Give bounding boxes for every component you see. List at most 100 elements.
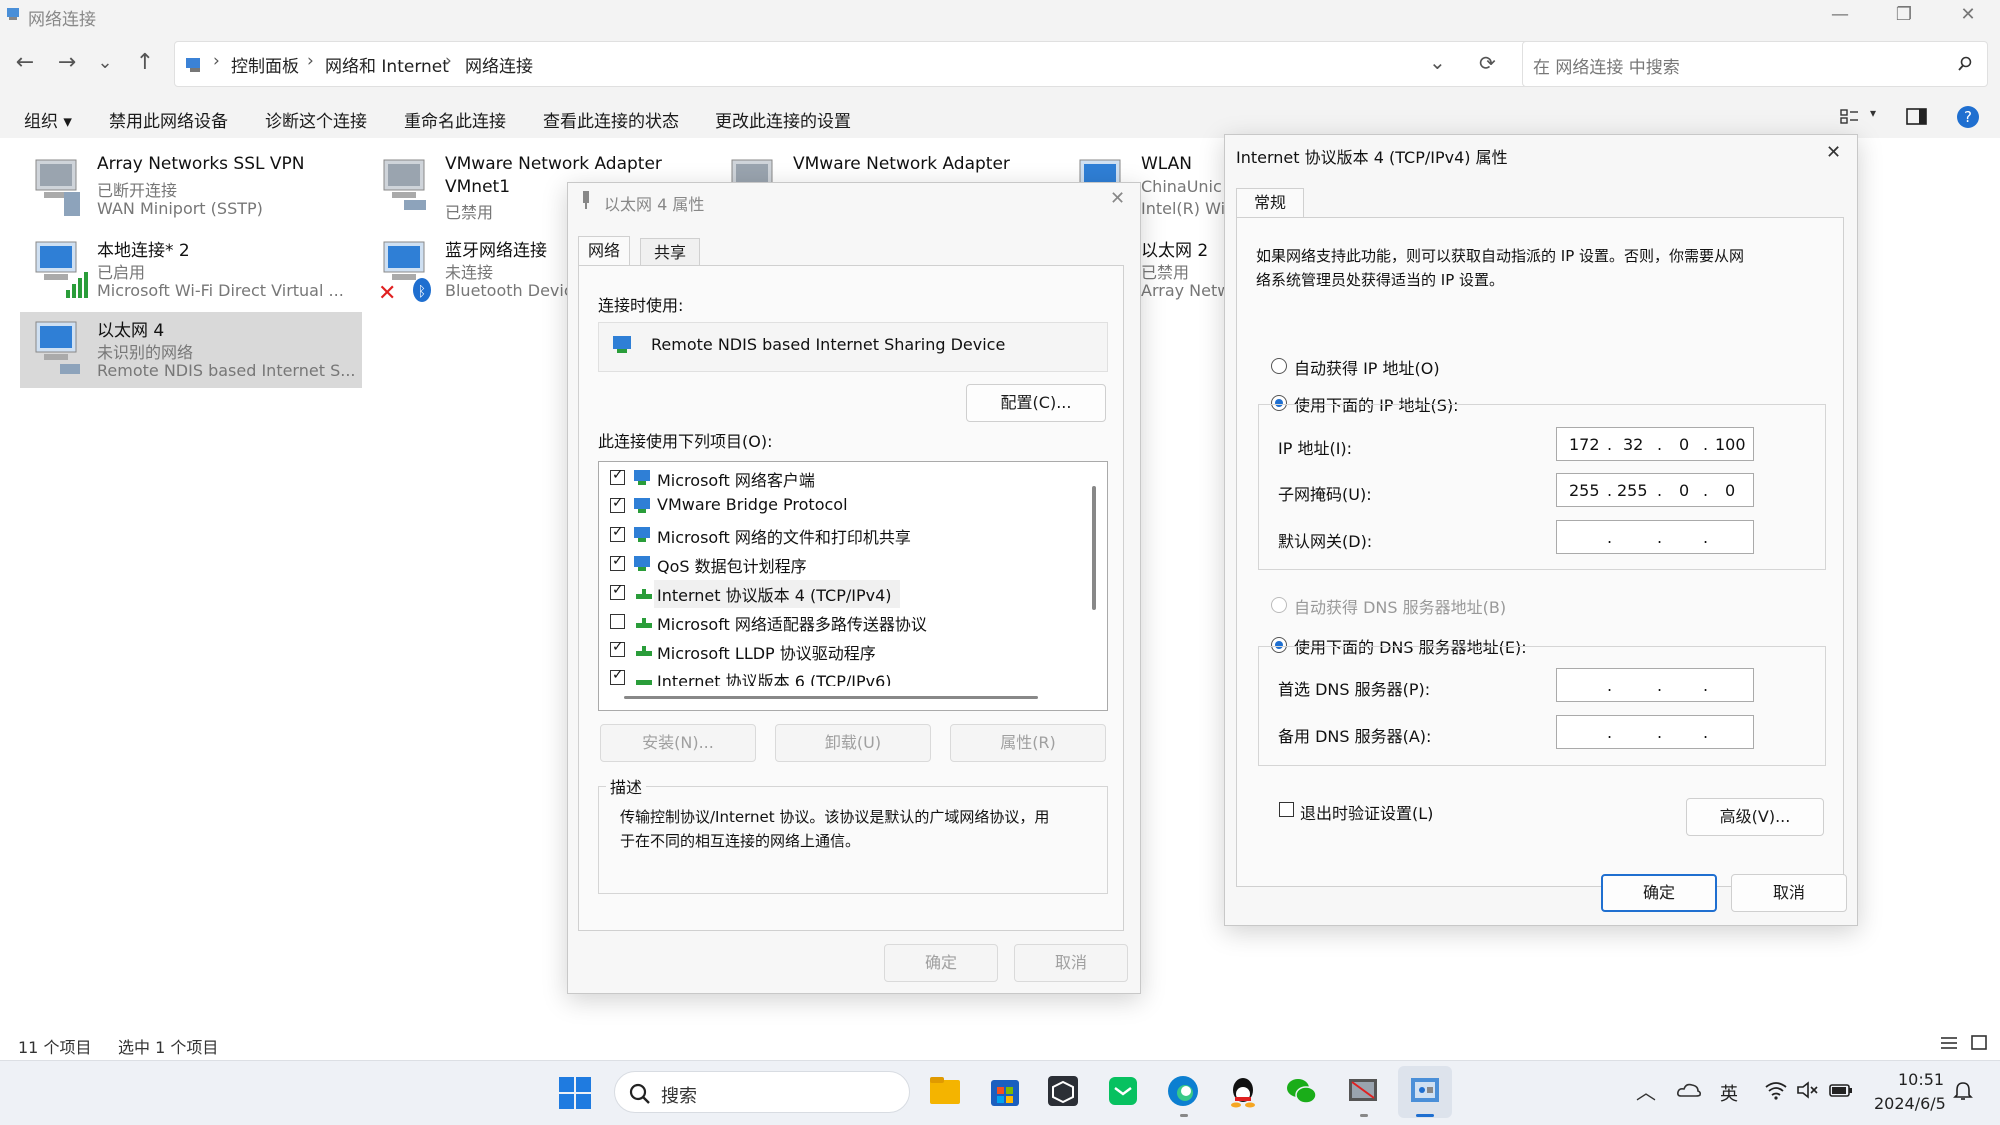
connection-item[interactable]: ✕ ᛒ 蓝牙网络连接 未连接 Bluetooth Devic bbox=[368, 232, 573, 310]
configure-button[interactable]: 配置(C)... bbox=[966, 384, 1106, 422]
alternate-dns-field[interactable]: ... bbox=[1556, 715, 1754, 749]
item-device: Bluetooth Devic bbox=[445, 281, 573, 300]
gateway-field[interactable]: ... bbox=[1556, 520, 1754, 554]
item-name: VMware Network Adapter bbox=[445, 154, 662, 174]
item-device: Microsoft Wi-Fi Direct Virtual ... bbox=[97, 281, 344, 300]
view-dropdown-icon[interactable]: ▾ bbox=[1870, 106, 1876, 120]
protocol-icon bbox=[636, 646, 652, 656]
preferred-dns-field[interactable]: ... bbox=[1556, 668, 1754, 702]
install-button[interactable]: 安装(N)... bbox=[600, 724, 756, 762]
taskbar-search[interactable]: 搜索 bbox=[614, 1071, 910, 1113]
ime-indicator[interactable]: 英 bbox=[1720, 1080, 1738, 1106]
tab-network[interactable]: 网络 bbox=[578, 236, 630, 266]
auto-dns-radio[interactable] bbox=[1271, 597, 1287, 613]
component-checkbox[interactable] bbox=[610, 614, 625, 629]
breadcrumb-network-connections[interactable]: 网络连接 bbox=[465, 52, 533, 77]
clock-time[interactable]: 10:51 bbox=[1898, 1070, 1944, 1089]
uninstall-button[interactable]: 卸载(U) bbox=[775, 724, 931, 762]
search-input[interactable]: 在 网络连接 中搜索 bbox=[1533, 53, 1680, 78]
start-icon[interactable] bbox=[558, 1076, 592, 1110]
tray-overflow-icon[interactable]: ︿ bbox=[1636, 1076, 1656, 1105]
running-indicator bbox=[1360, 1114, 1368, 1117]
close-button[interactable]: ✕ bbox=[1950, 2, 1986, 28]
rename-button[interactable]: 重命名此连接 bbox=[404, 107, 506, 132]
ip-octet: 172 bbox=[1569, 435, 1600, 454]
notification-bell-icon[interactable] bbox=[1952, 1080, 1974, 1102]
tab-general[interactable]: 常规 bbox=[1236, 188, 1304, 218]
ip-address-field[interactable]: 172 . 32 . 0 . 100 bbox=[1556, 427, 1754, 461]
tab-sharing[interactable]: 共享 bbox=[640, 238, 700, 266]
component-checkbox[interactable] bbox=[610, 467, 625, 485]
edge-icon[interactable] bbox=[1166, 1074, 1200, 1108]
diagnose-button[interactable]: 诊断这个连接 bbox=[265, 107, 367, 132]
subnet-mask-field[interactable]: 255 . 255 . 0 . 0 bbox=[1556, 473, 1754, 507]
component-checkbox[interactable] bbox=[610, 524, 625, 542]
ok-button[interactable]: 确定 bbox=[884, 944, 998, 982]
component-checkbox[interactable] bbox=[610, 553, 625, 571]
alternate-dns-label: 备用 DNS 服务器(A): bbox=[1278, 727, 1432, 746]
details-view-icon[interactable] bbox=[1940, 1035, 1958, 1051]
advanced-button[interactable]: 高级(V)... bbox=[1686, 798, 1824, 836]
item-name: WLAN bbox=[1141, 154, 1193, 174]
up-button[interactable]: ↑ bbox=[132, 50, 158, 76]
minimize-button[interactable]: — bbox=[1822, 2, 1858, 28]
mask-octet: 0 bbox=[1725, 481, 1736, 500]
breadcrumb-control-panel[interactable]: 控制面板 bbox=[231, 52, 299, 77]
list-scrollbar[interactable] bbox=[1092, 486, 1096, 610]
large-icons-view-icon[interactable] bbox=[1970, 1034, 1988, 1052]
ok-button[interactable]: 确定 bbox=[1601, 874, 1717, 912]
network-folder-icon bbox=[7, 8, 19, 20]
network-settings-app-icon[interactable] bbox=[1346, 1074, 1380, 1108]
dialog-close-button[interactable]: ✕ bbox=[1826, 142, 1841, 163]
file-explorer-icon[interactable] bbox=[928, 1074, 962, 1108]
forward-button[interactable]: → bbox=[54, 50, 80, 76]
disable-device-button[interactable]: 禁用此网络设备 bbox=[109, 107, 228, 132]
component-checkbox[interactable] bbox=[610, 667, 625, 685]
connection-item-selected[interactable]: 以太网 4 未识别的网络 Remote NDIS based Internet … bbox=[20, 312, 362, 388]
cancel-button[interactable]: 取消 bbox=[1014, 944, 1128, 982]
change-settings-button[interactable]: 更改此连接的设置 bbox=[715, 107, 851, 132]
help-icon[interactable]: ? bbox=[1956, 105, 1980, 129]
auto-ip-radio[interactable] bbox=[1271, 358, 1287, 374]
view-options-icon[interactable] bbox=[1840, 108, 1860, 126]
search-box[interactable]: 在 网络连接 中搜索 bbox=[1522, 41, 1988, 87]
volume-muted-icon[interactable] bbox=[1796, 1080, 1820, 1100]
breadcrumb-network-internet[interactable]: 网络和 Internet bbox=[325, 52, 449, 77]
list-horizontal-scrollbar[interactable] bbox=[624, 696, 1038, 699]
component-checkbox[interactable] bbox=[610, 495, 625, 513]
item-name: 以太网 2 bbox=[1141, 241, 1209, 261]
dialog-close-button[interactable]: ✕ bbox=[1110, 188, 1125, 209]
address-dropdown-icon[interactable]: ⌄ bbox=[1429, 50, 1446, 74]
properties-button[interactable]: 属性(R) bbox=[950, 724, 1106, 762]
network-adapter-icon bbox=[35, 159, 80, 216]
wechat-icon[interactable] bbox=[1284, 1074, 1318, 1108]
cancel-button[interactable]: 取消 bbox=[1731, 874, 1847, 912]
refresh-icon[interactable]: ⟳ bbox=[1479, 51, 1496, 75]
wifi-icon[interactable] bbox=[1764, 1080, 1788, 1100]
messaging-app-icon[interactable] bbox=[1106, 1074, 1140, 1108]
component-checkbox[interactable] bbox=[610, 582, 625, 600]
item-status: 未连接 bbox=[445, 263, 494, 282]
store-icon[interactable] bbox=[988, 1074, 1022, 1108]
onedrive-icon[interactable] bbox=[1676, 1080, 1702, 1100]
qq-icon[interactable] bbox=[1226, 1074, 1260, 1108]
back-button[interactable]: ← bbox=[12, 50, 38, 76]
validate-checkbox[interactable] bbox=[1279, 802, 1294, 817]
item-device: WAN Miniport (SSTP) bbox=[97, 199, 263, 218]
organize-menu[interactable]: 组织 ▾ bbox=[24, 107, 72, 132]
preview-pane-icon[interactable] bbox=[1906, 107, 1928, 127]
preferred-dns-label: 首选 DNS 服务器(P): bbox=[1278, 680, 1431, 699]
clock-date[interactable]: 2024/6/5 bbox=[1874, 1094, 1946, 1113]
connection-item[interactable]: 本地连接* 2 已启用 Microsoft Wi-Fi Direct Virtu… bbox=[20, 232, 360, 310]
network-connections-app-icon[interactable] bbox=[1408, 1074, 1442, 1108]
gateway-label: 默认网关(D): bbox=[1278, 532, 1373, 551]
restore-button[interactable]: ❐ bbox=[1886, 2, 1922, 28]
vmware-icon[interactable] bbox=[1046, 1074, 1080, 1108]
connection-item[interactable]: Array Networks SSL VPN 已断开连接 WAN Minipor… bbox=[20, 150, 360, 228]
description-title: 描述 bbox=[606, 774, 647, 798]
view-status-button[interactable]: 查看此连接的状态 bbox=[543, 107, 679, 132]
component-checkbox[interactable] bbox=[610, 639, 625, 657]
battery-icon[interactable] bbox=[1828, 1080, 1854, 1100]
address-bar[interactable]: › 控制面板 › 网络和 Internet › 网络连接 ⌄ ⟳ bbox=[174, 41, 1530, 87]
recent-locations-button[interactable]: ⌄ bbox=[92, 50, 118, 76]
